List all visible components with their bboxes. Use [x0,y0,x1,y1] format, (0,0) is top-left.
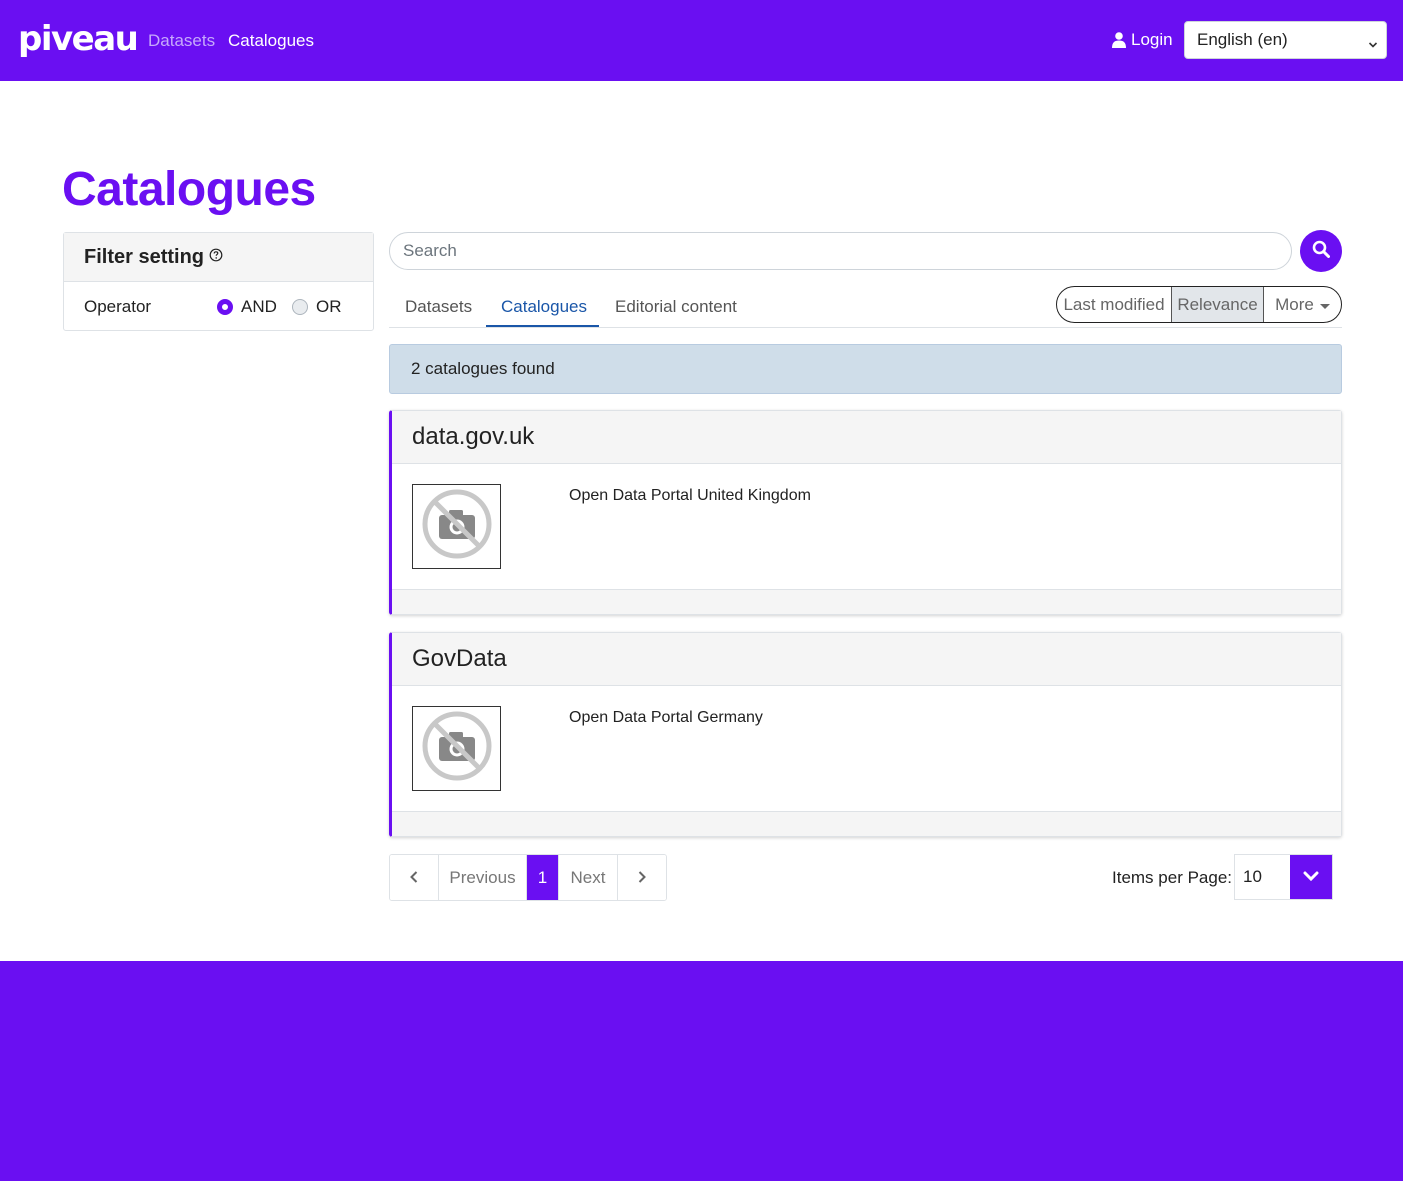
sort-button-group: Last modified Relevance More [1056,286,1342,323]
results-count-text: 2 catalogues found [411,359,555,378]
search-placeholder: Search [403,241,457,260]
login-label: Login [1131,30,1173,49]
catalogue-card[interactable]: GovData Open Data Portal Germany [389,632,1342,837]
page-number-button[interactable]: 1 [527,855,559,900]
operator-and-label: AND [241,297,277,316]
previous-link[interactable]: Previous [439,855,527,900]
catalogue-card-header: GovData [392,633,1341,686]
tabs-divider [389,327,1342,328]
radio-selected-icon [217,299,233,315]
operator-or-radio[interactable]: OR [292,297,342,317]
user-icon [1112,32,1126,48]
operator-or-label: OR [316,297,342,316]
no-image-icon [421,710,493,787]
page-footer [0,961,1403,1181]
catalogue-title[interactable]: data.gov.uk [412,423,534,451]
filter-header: Filter setting [64,233,373,282]
top-navbar: piveau Datasets Catalogues Login English… [0,0,1403,81]
catalogue-card-header: data.gov.uk [392,411,1341,464]
sort-last-modified-button[interactable]: Last modified [1057,287,1172,322]
catalogue-description: Open Data Portal Germany [569,709,763,726]
sort-more-label: More [1275,294,1314,314]
catalogue-card-footer [392,589,1341,614]
filter-panel: Filter setting Operator AND OR [63,232,374,331]
chevron-left-icon [410,868,418,888]
catalogue-title[interactable]: GovData [412,645,507,673]
results-count-alert: 2 catalogues found [389,344,1342,394]
items-per-page-select[interactable]: 10 [1234,854,1333,900]
tab-editorial-content[interactable]: Editorial content [615,297,737,317]
page-title: Catalogues [62,163,316,216]
nav-link-catalogues[interactable]: Catalogues [228,31,314,51]
chevron-down-icon [1368,35,1378,55]
sort-more-dropdown[interactable]: More [1264,287,1341,322]
active-tab-indicator [486,325,599,327]
language-selected-value: English (en) [1197,30,1288,49]
previous-page-button[interactable] [390,855,439,900]
radio-unselected-icon [292,299,308,315]
next-page-button[interactable] [618,855,666,900]
catalogue-card-footer [392,811,1341,836]
nav-link-datasets[interactable]: Datasets [148,31,215,51]
tab-catalogues[interactable]: Catalogues [501,297,587,317]
catalogue-card[interactable]: data.gov.uk Open Data Portal United King… [389,410,1342,615]
next-link[interactable]: Next [559,855,618,900]
items-per-page-toggle[interactable] [1290,855,1332,899]
chevron-right-icon [638,868,646,888]
filter-title: Filter setting [84,245,205,268]
sort-relevance-button[interactable]: Relevance [1172,287,1264,322]
tab-datasets[interactable]: Datasets [405,297,472,317]
items-per-page-value: 10 [1235,855,1290,899]
operator-and-radio[interactable]: AND [217,297,277,317]
piveau-logo[interactable]: piveau [18,17,139,61]
language-select[interactable]: English (en) [1184,21,1387,59]
catalogue-thumbnail [412,484,501,569]
search-button[interactable] [1300,230,1342,272]
no-image-icon [421,488,493,565]
catalogue-thumbnail [412,706,501,791]
chevron-down-icon [1303,868,1319,886]
caret-down-icon [1319,295,1330,315]
search-input[interactable]: Search [389,232,1292,270]
operator-label: Operator [84,297,152,316]
catalogue-description: Open Data Portal United Kingdom [569,487,811,504]
catalogue-card-body: Open Data Portal United Kingdom [392,464,1341,590]
filter-body: Operator AND OR [64,282,373,331]
pagination: Previous 1 Next [389,854,667,901]
search-icon [1312,240,1330,263]
items-per-page-label: Items per Page: [1112,868,1233,887]
login-link[interactable]: Login [1112,30,1173,50]
catalogue-card-body: Open Data Portal Germany [392,686,1341,812]
help-icon[interactable] [209,248,223,267]
